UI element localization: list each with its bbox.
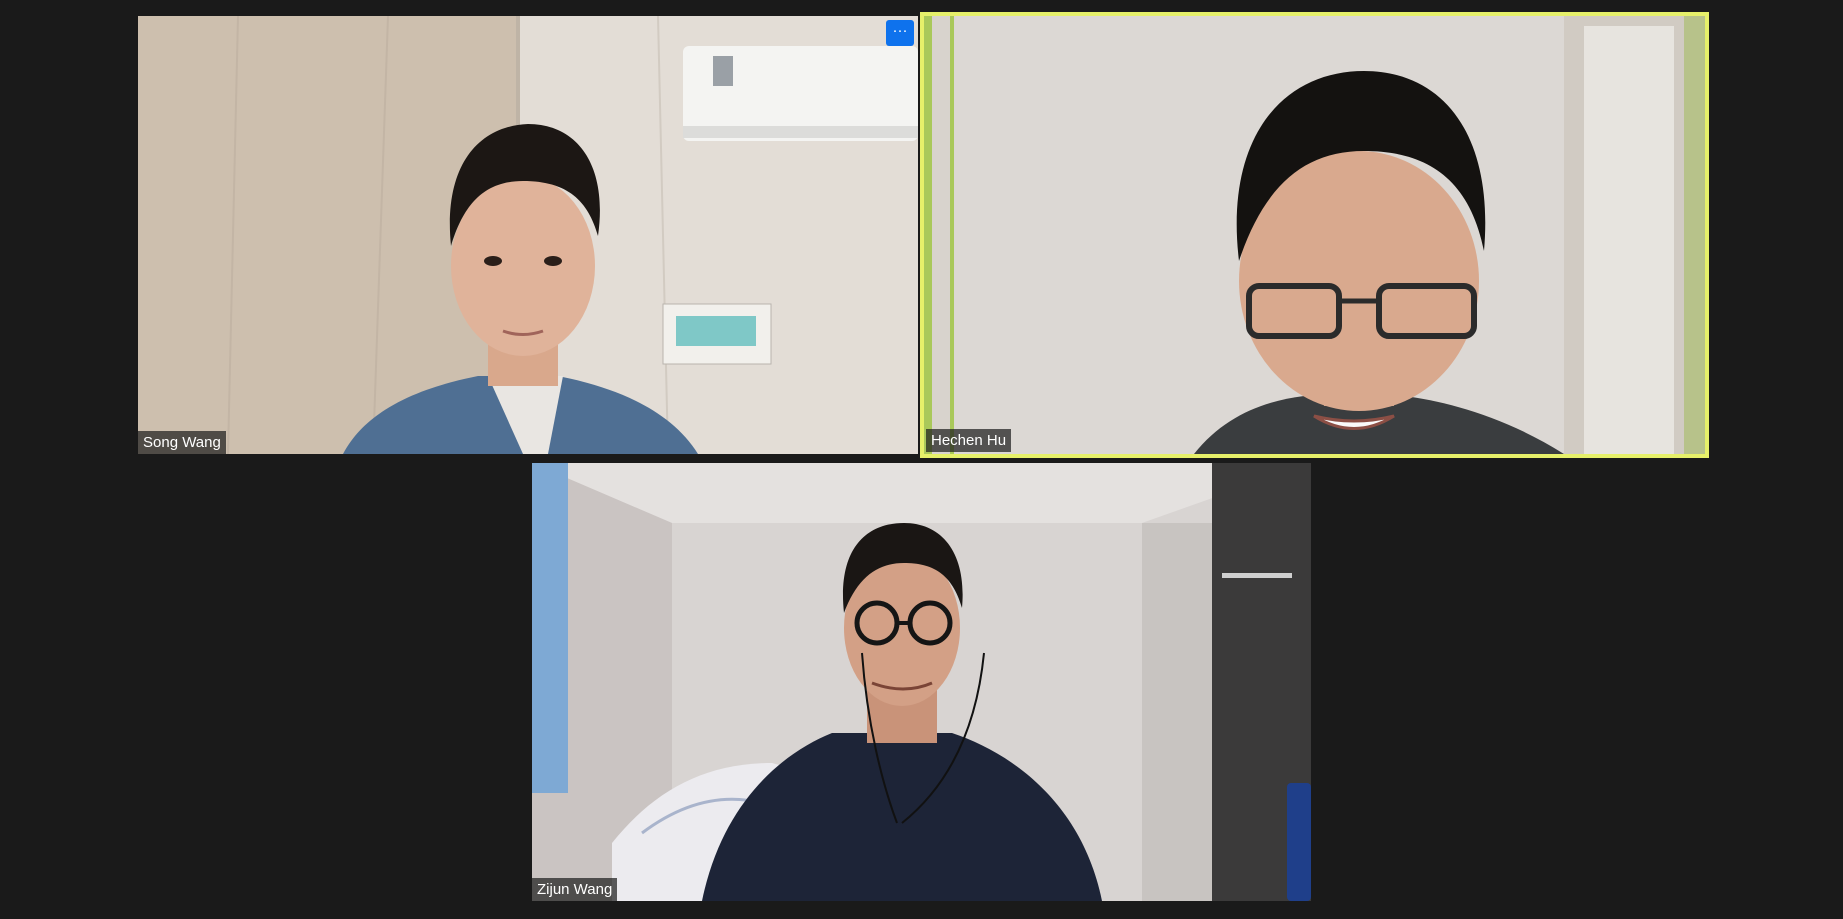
participant-video	[138, 16, 918, 454]
participant-name-label: Zijun Wang	[532, 878, 618, 901]
more-options-icon: ···	[892, 22, 908, 39]
video-tile-zijun-wang[interactable]: Zijun Wang	[532, 463, 1311, 901]
participant-name-label: Hechen Hu	[926, 429, 1012, 452]
participant-name-label: Song Wang	[138, 431, 226, 454]
more-options-button[interactable]: ···	[886, 20, 914, 46]
video-tile-song-wang[interactable]: Song Wang ···	[138, 16, 918, 454]
participant-video	[924, 16, 1705, 454]
participant-video	[532, 463, 1311, 901]
video-tile-hechen-hu[interactable]: Hechen Hu	[920, 12, 1709, 458]
